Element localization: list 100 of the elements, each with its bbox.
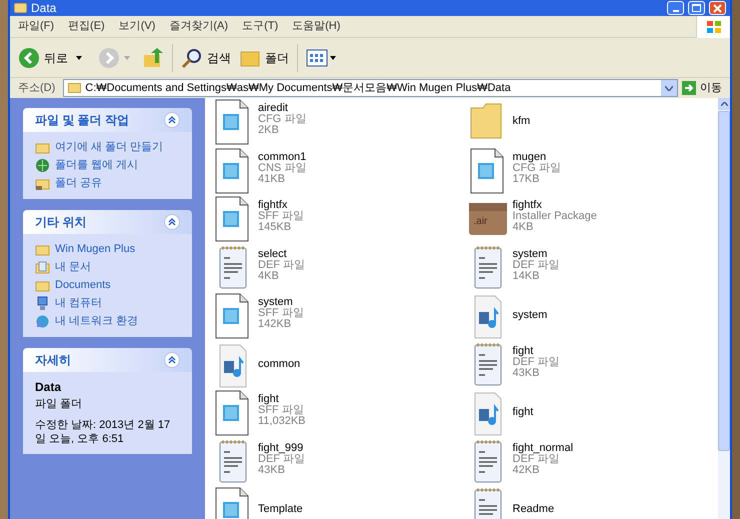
scroll-up-button[interactable]	[718, 98, 730, 110]
caret-icon	[76, 56, 82, 60]
file-type: DEF 파일	[258, 260, 306, 270]
views-button[interactable]	[306, 48, 336, 66]
file-size: 43KB	[258, 464, 285, 476]
scroll-thumb[interactable]	[718, 111, 730, 451]
file-name: Template	[258, 504, 303, 515]
file-name: fight_999	[258, 442, 304, 454]
go-arrow-icon	[682, 81, 696, 95]
computer-icon	[35, 296, 50, 311]
file-type: CFG 파일	[512, 162, 561, 174]
file-name: kfm	[512, 116, 530, 127]
file-type: SFF 파일	[258, 211, 304, 222]
file-name: system	[512, 310, 548, 321]
file-type: SFF 파일	[258, 308, 304, 319]
task-link[interactable]: 폴더 공유	[55, 175, 102, 192]
double-chevron-icon	[168, 356, 176, 364]
file-type: SFF 파일	[258, 405, 305, 416]
file-size: 4KB	[258, 270, 280, 282]
file-size: 2KB	[258, 125, 280, 136]
menu-item[interactable]: 즐겨찾기(A)	[169, 18, 228, 35]
file-name: fight	[512, 407, 534, 418]
search-button[interactable]: 검색	[181, 46, 231, 68]
menu-item[interactable]: 보기(V)	[118, 18, 156, 35]
icon-label: .air	[474, 217, 488, 227]
file-name: fight_normal	[512, 442, 574, 454]
file-name: fightfx	[258, 200, 288, 211]
network-icon	[35, 314, 50, 329]
file-size: 42KB	[512, 464, 540, 476]
collapse-button[interactable]	[164, 112, 180, 128]
file-name: common1	[258, 152, 306, 162]
file-size: 142KB	[258, 319, 292, 330]
file-name: Readme	[512, 504, 554, 515]
file-size: 11,032KB	[258, 416, 306, 427]
task-link[interactable]: 여기에 새 폴더 만들기	[55, 139, 164, 156]
window-title: Data	[31, 2, 56, 14]
file-type: Installer Package	[512, 211, 597, 222]
minimize-button[interactable]	[667, 1, 684, 15]
file-type: CNS 파일	[258, 162, 306, 174]
file-type: DEF 파일	[512, 260, 560, 270]
close-icon	[713, 4, 722, 12]
file-type: DEF 파일	[512, 454, 560, 464]
task-link[interactable]: 내 문서	[55, 259, 92, 276]
panel-title: 자세히	[35, 352, 71, 369]
menu-item[interactable]: 파일(F)	[18, 18, 54, 35]
task-link[interactable]: 내 컴퓨터	[55, 295, 102, 312]
file-size: 43KB	[512, 368, 540, 378]
go-button[interactable]: 이동	[682, 80, 726, 96]
file-size: 17KB	[512, 174, 540, 184]
file-name: mugen	[512, 152, 548, 162]
double-chevron-icon	[168, 218, 176, 226]
back-button[interactable]: 뒤로	[18, 46, 82, 68]
document-icon	[35, 260, 50, 275]
file-name: system	[512, 248, 548, 260]
task-link[interactable]: Documents	[55, 277, 111, 294]
menu-item[interactable]: 도움말(H)	[292, 18, 340, 35]
search-icon	[181, 46, 203, 68]
task-link[interactable]: 내 네트워크 환경	[55, 313, 138, 330]
up-folder-icon	[142, 46, 164, 68]
up-folder-button[interactable]	[142, 46, 164, 68]
panel-title: 기타 위치	[35, 214, 86, 231]
double-chevron-icon	[168, 116, 176, 124]
globe-icon	[35, 158, 50, 173]
file-size: 4KB	[512, 222, 534, 233]
menu-item[interactable]: 편집(E)	[68, 18, 105, 35]
panel-title: 파일 및 폴더 작업	[35, 112, 130, 129]
detail-modified: 수정한 날짜: 2013년 2월 17일 오늘, 오후 6:51	[35, 418, 172, 446]
file-name: fightfx	[512, 200, 543, 211]
dropdown-button[interactable]	[661, 80, 677, 96]
file-name: common	[258, 358, 300, 370]
file-name: fight	[512, 346, 534, 356]
task-link[interactable]: Win Mugen Plus	[55, 241, 136, 258]
address-text: C:₩Documents and Settings₩as₩My Documents₩문서모음₩Win Mugen Plus₩Data	[85, 80, 512, 96]
file-name: fight	[258, 394, 280, 405]
menu-item[interactable]: 도구(T)	[242, 18, 278, 35]
caret-icon	[124, 56, 130, 60]
folder-icon	[68, 83, 82, 93]
collapse-button[interactable]	[164, 352, 180, 368]
address-label: 주소(D)	[17, 80, 56, 96]
collapse-button[interactable]	[164, 214, 180, 230]
views-icon	[306, 48, 328, 66]
task-link[interactable]: 폴더를 웹에 게시	[55, 157, 138, 174]
file-name: select	[258, 248, 288, 260]
file-type: CFG 파일	[258, 114, 306, 125]
file-type: DEF 파일	[512, 356, 560, 368]
file-type: DEF 파일	[258, 454, 306, 464]
file-size: 145KB	[258, 222, 292, 233]
scrollbar[interactable]	[718, 98, 730, 519]
caret-icon	[330, 56, 336, 60]
detail-name: Data	[35, 380, 62, 395]
address-field[interactable]: C:₩Documents and Settings₩as₩My Documents₩문서모음₩Win Mugen Plus₩Data	[63, 79, 678, 97]
file-name: system	[258, 297, 293, 308]
close-button[interactable]	[709, 1, 726, 15]
chevron-down-icon	[665, 86, 673, 90]
file-size: 41KB	[258, 174, 285, 184]
maximize-button[interactable]	[688, 1, 705, 15]
folders-button[interactable]: 폴더	[239, 46, 289, 68]
detail-type: 파일 폴더	[35, 398, 84, 412]
file-size: 14KB	[512, 270, 540, 282]
folder-icon	[14, 3, 27, 13]
